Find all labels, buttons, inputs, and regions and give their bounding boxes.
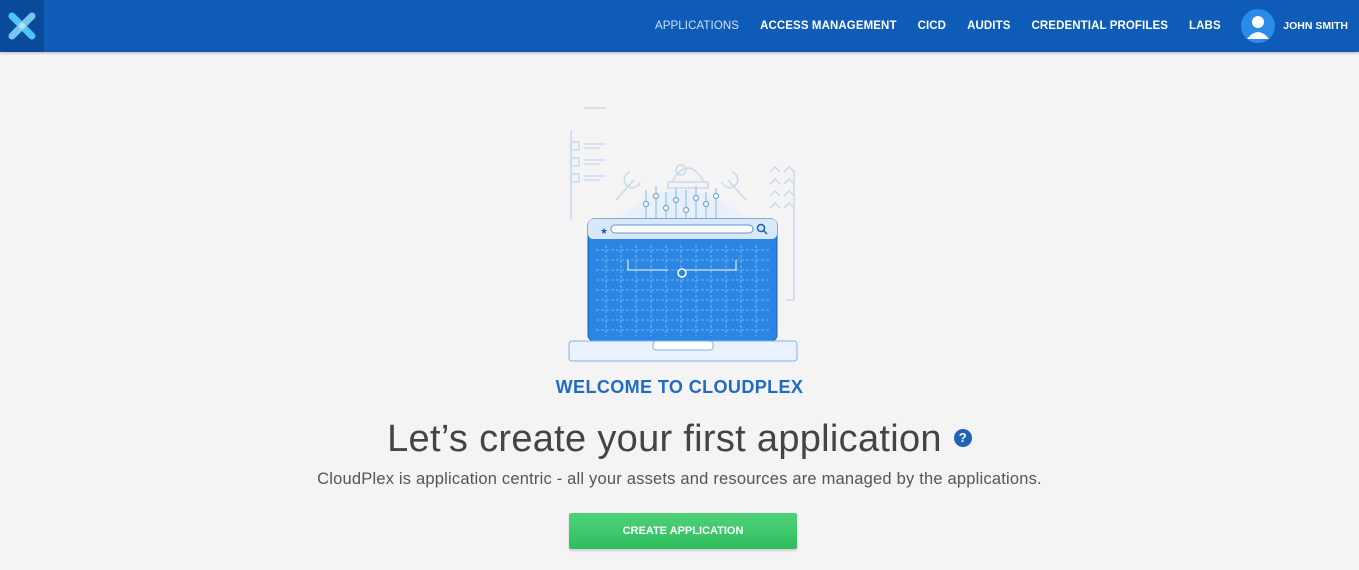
main-nav: APPLICATIONS ACCESS MANAGEMENT CICD AUDI… [644, 0, 1359, 52]
page-subtitle: CloudPlex is application centric - all y… [317, 470, 1042, 488]
welcome-heading: WELCOME TO CLOUDPLEX [555, 377, 804, 397]
create-application-button[interactable]: CREATE APPLICATION [569, 513, 797, 549]
user-menu[interactable]: JOHN SMITH [1241, 9, 1348, 43]
nav-applications[interactable]: APPLICATIONS [655, 20, 739, 32]
nav-audits[interactable]: AUDITS [967, 20, 1010, 32]
user-avatar-icon [1241, 9, 1276, 43]
cloudplex-logo-icon [8, 12, 36, 40]
logo[interactable] [0, 0, 44, 52]
laptop-dashboard-illustration: ★ [568, 107, 798, 362]
nav-access-management[interactable]: ACCESS MANAGEMENT [760, 20, 897, 32]
nav-cicd[interactable]: CICD [918, 20, 947, 32]
svg-text:★: ★ [600, 227, 608, 237]
help-icon[interactable]: ? [953, 428, 972, 447]
page-title: Let’s create your first application? [0, 418, 1359, 461]
page-title-text: Let’s create your first application [387, 418, 942, 460]
user-name: JOHN SMITH [1283, 20, 1348, 32]
top-navigation-bar: APPLICATIONS ACCESS MANAGEMENT CICD AUDI… [0, 0, 1359, 52]
nav-labs[interactable]: LABS [1189, 20, 1221, 32]
nav-credential-profiles[interactable]: CREDENTIAL PROFILES [1032, 20, 1169, 32]
